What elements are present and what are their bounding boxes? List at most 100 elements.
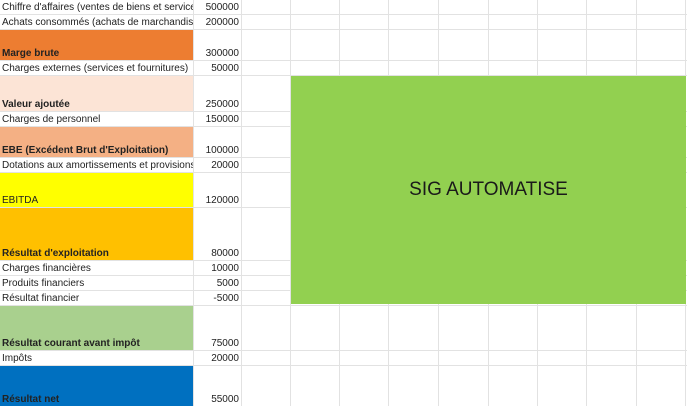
row-value-cell[interactable]: 80000	[194, 208, 242, 260]
row-value-cell[interactable]: 100000	[194, 127, 242, 157]
empty-cell[interactable]	[637, 30, 686, 60]
row-label-cell[interactable]: Résultat d'exploitation	[0, 208, 194, 260]
empty-cell[interactable]	[489, 15, 538, 29]
row-label-cell[interactable]: Résultat financier	[0, 291, 194, 305]
empty-cell[interactable]	[242, 351, 291, 365]
empty-cell[interactable]	[389, 306, 439, 350]
empty-cell[interactable]	[489, 306, 538, 350]
empty-cell[interactable]	[340, 366, 389, 406]
empty-cell[interactable]	[637, 61, 686, 75]
empty-cell[interactable]	[587, 30, 637, 60]
empty-cell[interactable]	[291, 351, 340, 365]
empty-cell[interactable]	[389, 30, 439, 60]
empty-cell[interactable]	[242, 127, 291, 157]
empty-cell[interactable]	[587, 15, 637, 29]
empty-cell[interactable]	[242, 112, 291, 126]
row-value-cell[interactable]: 75000	[194, 306, 242, 350]
empty-cell[interactable]	[291, 15, 340, 29]
empty-cell[interactable]	[439, 306, 489, 350]
row-value-cell[interactable]: 10000	[194, 261, 242, 275]
row-label-cell[interactable]: Marge brute	[0, 30, 194, 60]
empty-cell[interactable]	[439, 30, 489, 60]
empty-cell[interactable]	[242, 173, 291, 207]
empty-cell[interactable]	[389, 351, 439, 365]
row-label-cell[interactable]: Charges financières	[0, 261, 194, 275]
empty-cell[interactable]	[340, 306, 389, 350]
empty-cell[interactable]	[291, 0, 340, 14]
empty-cell[interactable]	[340, 15, 389, 29]
empty-cell[interactable]	[340, 0, 389, 14]
row-label-cell[interactable]: Chiffre d'affaires (ventes de biens et s…	[0, 0, 194, 14]
row-value-cell[interactable]: 150000	[194, 112, 242, 126]
empty-cell[interactable]	[439, 351, 489, 365]
row-value-cell[interactable]: 500000	[194, 0, 242, 14]
empty-cell[interactable]	[489, 61, 538, 75]
empty-cell[interactable]	[340, 351, 389, 365]
empty-cell[interactable]	[291, 30, 340, 60]
empty-cell[interactable]	[538, 30, 587, 60]
empty-cell[interactable]	[489, 30, 538, 60]
empty-cell[interactable]	[242, 366, 291, 406]
empty-cell[interactable]	[242, 76, 291, 111]
empty-cell[interactable]	[389, 366, 439, 406]
empty-cell[interactable]	[242, 30, 291, 60]
empty-cell[interactable]	[439, 0, 489, 14]
empty-cell[interactable]	[637, 306, 686, 350]
row-value-cell[interactable]: 20000	[194, 158, 242, 172]
empty-cell[interactable]	[291, 306, 340, 350]
row-value-cell[interactable]: 200000	[194, 15, 242, 29]
empty-cell[interactable]	[340, 30, 389, 60]
empty-cell[interactable]	[389, 0, 439, 14]
row-label-cell[interactable]: Achats consommés (achats de marchandises…	[0, 15, 194, 29]
empty-cell[interactable]	[637, 15, 686, 29]
empty-cell[interactable]	[340, 61, 389, 75]
empty-cell[interactable]	[242, 15, 291, 29]
empty-cell[interactable]	[538, 366, 587, 406]
empty-cell[interactable]	[439, 15, 489, 29]
row-value-cell[interactable]: 300000	[194, 30, 242, 60]
empty-cell[interactable]	[637, 366, 686, 406]
empty-cell[interactable]	[291, 61, 340, 75]
empty-cell[interactable]	[587, 366, 637, 406]
row-label-cell[interactable]: EBE (Excédent Brut d'Exploitation)	[0, 127, 194, 157]
empty-cell[interactable]	[587, 351, 637, 365]
spreadsheet-grid[interactable]: Chiffre d'affaires (ventes de biens et s…	[0, 0, 687, 406]
empty-cell[interactable]	[538, 0, 587, 14]
empty-cell[interactable]	[637, 351, 686, 365]
row-value-cell[interactable]: 120000	[194, 173, 242, 207]
row-label-cell[interactable]: Résultat courant avant impôt	[0, 306, 194, 350]
sig-banner[interactable]: SIG AUTOMATISE	[291, 76, 686, 304]
row-label-cell[interactable]: Dotations aux amortissements et provisio…	[0, 158, 194, 172]
empty-cell[interactable]	[439, 366, 489, 406]
empty-cell[interactable]	[242, 261, 291, 275]
empty-cell[interactable]	[587, 306, 637, 350]
empty-cell[interactable]	[291, 366, 340, 406]
empty-cell[interactable]	[587, 0, 637, 14]
empty-cell[interactable]	[637, 0, 686, 14]
empty-cell[interactable]	[242, 208, 291, 260]
empty-cell[interactable]	[242, 158, 291, 172]
row-value-cell[interactable]: 5000	[194, 276, 242, 290]
empty-cell[interactable]	[538, 15, 587, 29]
row-value-cell[interactable]: -5000	[194, 291, 242, 305]
row-label-cell[interactable]: Impôts	[0, 351, 194, 365]
row-label-cell[interactable]: Produits financiers	[0, 276, 194, 290]
empty-cell[interactable]	[538, 61, 587, 75]
empty-cell[interactable]	[489, 366, 538, 406]
row-label-cell[interactable]: Valeur ajoutée	[0, 76, 194, 111]
empty-cell[interactable]	[242, 306, 291, 350]
row-label-cell[interactable]: EBITDA	[0, 173, 194, 207]
row-label-cell[interactable]: Résultat net	[0, 366, 194, 406]
empty-cell[interactable]	[389, 61, 439, 75]
row-label-cell[interactable]: Charges de personnel	[0, 112, 194, 126]
empty-cell[interactable]	[489, 351, 538, 365]
empty-cell[interactable]	[242, 0, 291, 14]
empty-cell[interactable]	[242, 276, 291, 290]
empty-cell[interactable]	[587, 61, 637, 75]
empty-cell[interactable]	[389, 15, 439, 29]
row-value-cell[interactable]: 250000	[194, 76, 242, 111]
empty-cell[interactable]	[489, 0, 538, 14]
empty-cell[interactable]	[242, 291, 291, 305]
row-value-cell[interactable]: 55000	[194, 366, 242, 406]
row-value-cell[interactable]: 20000	[194, 351, 242, 365]
